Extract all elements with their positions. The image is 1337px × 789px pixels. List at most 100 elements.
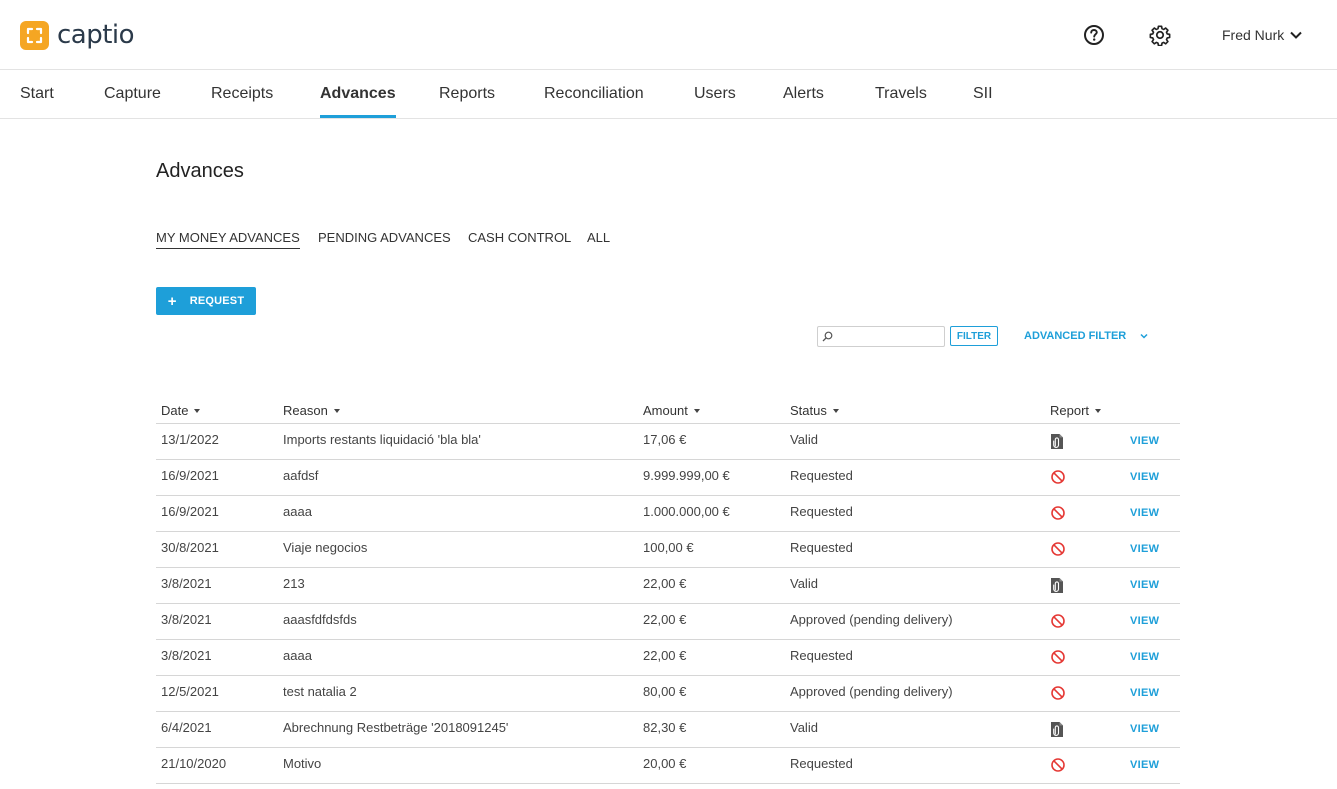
page-title: Advances	[156, 160, 244, 182]
table-row[interactable]: 6/4/2021 Abrechnung Restbeträge '20180912…	[156, 712, 1180, 748]
cell-status: Requested	[790, 504, 853, 519]
nav-alerts[interactable]: Alerts	[783, 70, 824, 119]
table-row[interactable]: 16/9/2021 aafdsf 9.999.999,00 € Requested VI…	[156, 460, 1180, 496]
sort-caret-icon	[832, 408, 839, 413]
logo-mark-icon	[20, 20, 49, 50]
user-name: Fred Nurk	[1222, 27, 1285, 43]
cell-date: 30/8/2021	[161, 540, 219, 555]
table-row[interactable]: 21/10/2020 Motivo 20,00 € Requested VIEW	[156, 748, 1180, 784]
table-row[interactable]: 3/8/2021 213 22,00 € Valid VIEW	[156, 568, 1180, 604]
table-row[interactable]: 3/8/2021 aaaa 22,00 € Requested VIEW	[156, 640, 1180, 676]
sort-caret-icon	[194, 408, 201, 413]
view-link[interactable]: VIEW	[1130, 435, 1159, 447]
cell-reason: Abrechnung Restbeträge '2018091245'	[283, 720, 509, 735]
cell-reason: aaaa	[283, 648, 312, 663]
sort-caret-icon	[333, 408, 340, 413]
cell-amount: 20,00 €	[643, 756, 687, 771]
nav-users[interactable]: Users	[694, 70, 736, 119]
cell-status: Requested	[790, 648, 853, 663]
request-button[interactable]: + REQUEST	[156, 287, 256, 315]
view-link[interactable]: VIEW	[1130, 471, 1159, 483]
nav-receipts[interactable]: Receipts	[211, 70, 273, 119]
view-link[interactable]: VIEW	[1130, 759, 1159, 771]
filter-button[interactable]: FILTER	[950, 326, 998, 346]
cell-reason: aafdsf	[283, 468, 319, 483]
cell-status: Requested	[790, 468, 853, 483]
cell-status: Requested	[790, 756, 853, 771]
cell-amount: 22,00 €	[643, 648, 687, 663]
cell-reason: aaaa	[283, 504, 312, 519]
view-link[interactable]: VIEW	[1130, 507, 1159, 519]
advanced-filter-toggle[interactable]: ADVANCED FILTER	[1024, 330, 1148, 342]
document-clip-icon[interactable]	[1050, 577, 1066, 595]
table-row[interactable]: 12/5/2021 test natalia 2 80,00 € Approved (…	[156, 676, 1180, 712]
main-nav: Start Capture Receipts Advances Reports …	[0, 70, 1337, 119]
table-row[interactable]: 16/9/2021 aaaa 1.000.000,00 € Requested VIEW	[156, 496, 1180, 532]
view-link[interactable]: VIEW	[1130, 543, 1159, 555]
sort-caret-icon	[693, 408, 700, 413]
advances-table: Date Reason Amount Status Report 13/1/20…	[156, 397, 1180, 784]
user-menu[interactable]: Fred Nurk	[1222, 26, 1302, 44]
cell-date: 12/5/2021	[161, 684, 219, 699]
search-input[interactable]	[836, 328, 942, 345]
prohibited-icon	[1050, 505, 1066, 523]
column-header-reason[interactable]: Reason	[283, 403, 340, 418]
column-header-amount[interactable]: Amount	[643, 403, 700, 418]
cell-status: Valid	[790, 432, 818, 447]
cell-date: 3/8/2021	[161, 576, 212, 591]
nav-capture[interactable]: Capture	[104, 70, 161, 119]
cell-reason: test natalia 2	[283, 684, 357, 699]
view-link[interactable]: VIEW	[1130, 615, 1159, 627]
table-row[interactable]: 30/8/2021 Viaje negocios 100,00 € Requested…	[156, 532, 1180, 568]
view-link[interactable]: VIEW	[1130, 651, 1159, 663]
tab-my-money-advances[interactable]: MY MONEY ADVANCES	[156, 230, 300, 249]
nav-reconciliation[interactable]: Reconciliation	[544, 70, 644, 119]
prohibited-icon	[1050, 757, 1066, 775]
request-button-label: REQUEST	[189, 295, 245, 307]
tab-pending-advances[interactable]: PENDING ADVANCES	[318, 230, 451, 248]
cell-status: Approved (pending delivery)	[790, 612, 953, 627]
prohibited-icon	[1050, 685, 1066, 703]
nav-travels[interactable]: Travels	[875, 70, 927, 119]
column-header-date[interactable]: Date	[161, 403, 201, 418]
tab-all[interactable]: ALL	[587, 230, 610, 248]
tab-cash-control[interactable]: CASH CONTROL	[468, 230, 571, 248]
help-icon[interactable]	[1083, 24, 1105, 46]
cell-reason: aaasfdfdsfds	[283, 612, 357, 627]
document-clip-icon[interactable]	[1050, 721, 1066, 739]
cell-amount: 1.000.000,00 €	[643, 504, 730, 519]
cell-amount: 80,00 €	[643, 684, 687, 699]
document-clip-icon[interactable]	[1050, 433, 1066, 451]
settings-gear-icon[interactable]	[1149, 24, 1171, 47]
captio-logo[interactable]: captio	[20, 19, 135, 51]
nav-reports[interactable]: Reports	[439, 70, 495, 119]
cell-status: Valid	[790, 576, 818, 591]
table-row[interactable]: 13/1/2022 Imports restants liquidació 'bl…	[156, 424, 1180, 460]
cell-date: 6/4/2021	[161, 720, 212, 735]
cell-reason: Motivo	[283, 756, 322, 771]
nav-sii[interactable]: SII	[973, 70, 993, 119]
column-header-report[interactable]: Report	[1050, 403, 1102, 418]
cell-amount: 82,30 €	[643, 720, 687, 735]
search-box[interactable]	[817, 326, 945, 347]
cell-date: 3/8/2021	[161, 612, 212, 627]
prohibited-icon	[1050, 613, 1066, 631]
table-header: Date Reason Amount Status Report	[156, 397, 1180, 424]
table-row[interactable]: 3/8/2021 aaasfdfdsfds 22,00 € Approved (pen…	[156, 604, 1180, 640]
view-link[interactable]: VIEW	[1130, 687, 1159, 699]
view-link[interactable]: VIEW	[1130, 579, 1159, 591]
sort-caret-icon	[1095, 408, 1102, 413]
prohibited-icon	[1050, 649, 1066, 667]
nav-advances[interactable]: Advances	[320, 70, 396, 119]
cell-date: 13/1/2022	[161, 432, 219, 447]
column-header-status[interactable]: Status	[790, 403, 839, 418]
view-link[interactable]: VIEW	[1130, 723, 1159, 735]
nav-start[interactable]: Start	[20, 70, 54, 119]
cell-amount: 9.999.999,00 €	[643, 468, 730, 483]
plus-icon: +	[167, 292, 177, 310]
top-header: captio Fred Nurk	[0, 0, 1337, 70]
table-body: 13/1/2022 Imports restants liquidació 'bl…	[156, 424, 1180, 784]
search-icon	[822, 331, 833, 342]
advanced-filter-label: ADVANCED FILTER	[1024, 330, 1127, 342]
cell-amount: 17,06 €	[643, 432, 687, 447]
